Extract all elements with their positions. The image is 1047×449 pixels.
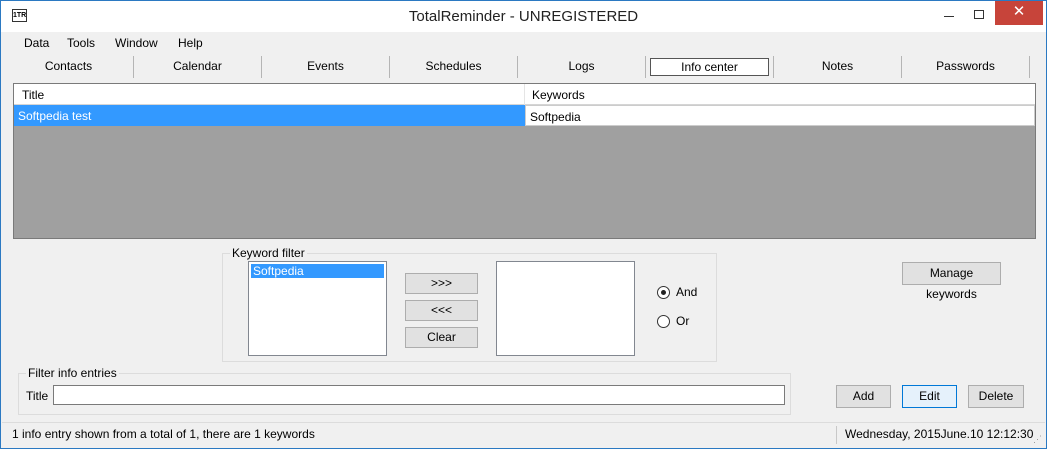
close-icon: ✕ xyxy=(1012,3,1026,20)
tab-info-center-label: Info center xyxy=(650,58,769,76)
remove-keyword-button[interactable]: <<< xyxy=(405,300,478,321)
tab-notes[interactable]: Notes xyxy=(774,56,902,78)
column-divider[interactable] xyxy=(524,84,525,105)
tab-events[interactable]: Events xyxy=(262,56,390,78)
radio-or-indicator[interactable] xyxy=(657,314,670,328)
table-row[interactable]: Softpedia test Softpedia xyxy=(14,105,1035,126)
window-title: TotalReminder - UNREGISTERED xyxy=(408,8,639,25)
maximize-button[interactable] xyxy=(964,1,994,25)
add-button[interactable]: Add xyxy=(836,385,891,408)
menu-tools[interactable]: Tools xyxy=(67,36,95,50)
radio-or-label: Or xyxy=(676,314,690,328)
tab-calendar[interactable]: Calendar xyxy=(134,56,262,78)
tab-schedules[interactable]: Schedules xyxy=(390,56,518,78)
grid-header: Title Keywords xyxy=(14,84,1035,105)
keyword-filter-legend: Keyword filter xyxy=(230,246,307,260)
delete-button[interactable]: Delete xyxy=(968,385,1024,408)
minimize-button[interactable] xyxy=(934,1,964,25)
resize-grip-icon[interactable]: ⋰ xyxy=(1033,434,1042,445)
status-divider xyxy=(836,426,837,444)
status-summary: 1 info entry shown from a total of 1, th… xyxy=(12,427,315,441)
status-bar: 1 info entry shown from a total of 1, th… xyxy=(2,422,1045,448)
maximize-icon xyxy=(974,10,984,19)
radio-and-label: And xyxy=(676,285,698,299)
menu-window[interactable]: Window xyxy=(115,36,158,50)
cell-title[interactable]: Softpedia test xyxy=(14,105,525,126)
edit-button[interactable]: Edit xyxy=(902,385,957,408)
menu-data[interactable]: Data xyxy=(24,36,49,50)
filter-entries-legend: Filter info entries xyxy=(26,366,119,380)
menu-help[interactable]: Help xyxy=(178,36,203,50)
status-datetime: Wednesday, 2015June.10 12:12:30 xyxy=(845,427,1034,441)
menu-bar: Data Tools Window Help xyxy=(2,33,1045,53)
add-keyword-button[interactable]: >>> xyxy=(405,273,478,294)
tab-info-center[interactable]: Info center xyxy=(646,56,774,78)
keyword-filter-group: Keyword filter Softpedia >>> <<< Clear A… xyxy=(222,246,717,362)
close-button[interactable]: ✕ xyxy=(995,1,1043,25)
title-filter-input[interactable] xyxy=(53,385,785,405)
main-window: 1TR TotalReminder - UNREGISTERED ✕ Data … xyxy=(0,0,1047,449)
radio-and[interactable]: And xyxy=(657,285,697,299)
tab-strip: Contacts Calendar Events Schedules Logs … xyxy=(4,54,1044,78)
tab-logs[interactable]: Logs xyxy=(518,56,646,78)
tab-contacts[interactable]: Contacts xyxy=(4,56,134,78)
manage-keywords-button[interactable]: Manage keywords xyxy=(902,262,1001,301)
minimize-icon xyxy=(944,16,954,17)
available-keywords-list[interactable]: Softpedia xyxy=(248,261,387,356)
list-item[interactable]: Softpedia xyxy=(251,264,384,278)
column-header-title[interactable]: Title xyxy=(22,88,44,102)
filter-entries-group: Filter info entries Title xyxy=(18,366,791,415)
title-filter-label: Title xyxy=(26,389,49,403)
clear-keywords-button[interactable]: Clear xyxy=(405,327,478,348)
title-bar[interactable]: 1TR TotalReminder - UNREGISTERED ✕ xyxy=(1,1,1046,32)
info-grid[interactable]: Title Keywords Softpedia test Softpedia xyxy=(13,83,1036,239)
tab-passwords[interactable]: Passwords xyxy=(902,56,1030,78)
radio-and-indicator[interactable] xyxy=(657,285,670,299)
radio-or[interactable]: Or xyxy=(657,314,689,328)
cell-keywords[interactable]: Softpedia xyxy=(525,105,1035,126)
column-header-keywords[interactable]: Keywords xyxy=(532,88,585,102)
selected-keywords-list[interactable] xyxy=(496,261,635,356)
